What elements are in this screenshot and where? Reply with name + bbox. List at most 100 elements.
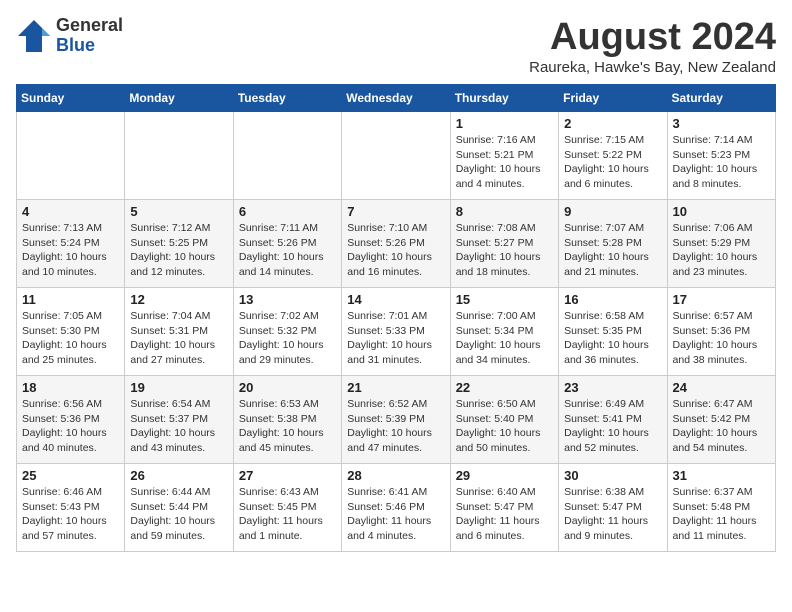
week-row-5: 25Sunrise: 6:46 AM Sunset: 5:43 PM Dayli… xyxy=(17,464,776,552)
cell-week2-day4: 8Sunrise: 7:08 AM Sunset: 5:27 PM Daylig… xyxy=(450,200,558,288)
logo-general-text: General xyxy=(56,16,123,36)
week-row-3: 11 Sunrise: 7:05 AM Sunset: 5:30 PM Dayli… xyxy=(17,288,776,376)
day-number: 25 xyxy=(22,468,119,483)
header-sunday: Sunday xyxy=(17,85,125,112)
day-number: 17 xyxy=(673,292,770,307)
cell-week3-day3: 14 Sunrise: 7:01 AM Sunset: 5:33 PM Dayli… xyxy=(342,288,450,376)
cell-week3-day6: 17 Sunrise: 6:57 AM Sunset: 5:36 PM Dayli… xyxy=(667,288,775,376)
cell-week4-day3: 21 Sunrise: 6:52 AM Sunset: 5:39 PM Dayli… xyxy=(342,376,450,464)
header-friday: Friday xyxy=(559,85,667,112)
day-info: Sunrise: 6:56 AM Sunset: 5:36 PM Dayligh… xyxy=(22,397,119,456)
title-area: August 2024 Raureka, Hawke's Bay, New Ze… xyxy=(529,16,776,76)
cell-week5-day4: 29 Sunrise: 6:40 AM Sunset: 5:47 PM Dayli… xyxy=(450,464,558,552)
month-title: August 2024 xyxy=(529,16,776,59)
day-info: Sunrise: 7:00 AM Sunset: 5:34 PM Dayligh… xyxy=(456,309,553,368)
day-info: Sunrise: 6:57 AM Sunset: 5:36 PM Dayligh… xyxy=(673,309,770,368)
cell-week4-day4: 22 Sunrise: 6:50 AM Sunset: 5:40 PM Dayli… xyxy=(450,376,558,464)
cell-week1-day0 xyxy=(17,112,125,200)
day-number: 27 xyxy=(239,468,336,483)
day-number: 11 xyxy=(22,292,119,307)
day-number: 14 xyxy=(347,292,444,307)
day-info: Sunrise: 7:10 AM Sunset: 5:26 PM Dayligh… xyxy=(347,221,444,280)
day-number: 1 xyxy=(456,116,553,131)
day-number: 8 xyxy=(456,204,553,219)
day-info: Sunrise: 6:49 AM Sunset: 5:41 PM Dayligh… xyxy=(564,397,661,456)
header-monday: Monday xyxy=(125,85,233,112)
cell-week5-day6: 31 Sunrise: 6:37 AM Sunset: 5:48 PM Dayli… xyxy=(667,464,775,552)
day-number: 7 xyxy=(347,204,444,219)
cell-week4-day6: 24Sunrise: 6:47 AM Sunset: 5:42 PM Dayli… xyxy=(667,376,775,464)
day-number: 4 xyxy=(22,204,119,219)
cell-week1-day4: 1 Sunrise: 7:16 AM Sunset: 5:21 PM Daylig… xyxy=(450,112,558,200)
day-number: 30 xyxy=(564,468,661,483)
cell-week3-day5: 16 Sunrise: 6:58 AM Sunset: 5:35 PM Dayli… xyxy=(559,288,667,376)
cell-week5-day2: 27 Sunrise: 6:43 AM Sunset: 5:45 PM Dayli… xyxy=(233,464,341,552)
cell-week5-day3: 28 Sunrise: 6:41 AM Sunset: 5:46 PM Dayli… xyxy=(342,464,450,552)
day-number: 19 xyxy=(130,380,227,395)
week-row-1: 1 Sunrise: 7:16 AM Sunset: 5:21 PM Daylig… xyxy=(17,112,776,200)
header-saturday: Saturday xyxy=(667,85,775,112)
cell-week1-day5: 2Sunrise: 7:15 AM Sunset: 5:22 PM Daylig… xyxy=(559,112,667,200)
day-info: Sunrise: 6:54 AM Sunset: 5:37 PM Dayligh… xyxy=(130,397,227,456)
day-info: Sunrise: 6:47 AM Sunset: 5:42 PM Dayligh… xyxy=(673,397,770,456)
day-info: Sunrise: 6:44 AM Sunset: 5:44 PM Dayligh… xyxy=(130,485,227,544)
day-info: Sunrise: 6:58 AM Sunset: 5:35 PM Dayligh… xyxy=(564,309,661,368)
cell-week3-day1: 12 Sunrise: 7:04 AM Sunset: 5:31 PM Dayli… xyxy=(125,288,233,376)
day-info: Sunrise: 6:41 AM Sunset: 5:46 PM Dayligh… xyxy=(347,485,444,544)
day-info: Sunrise: 7:15 AM Sunset: 5:22 PM Dayligh… xyxy=(564,133,661,192)
day-number: 16 xyxy=(564,292,661,307)
day-info: Sunrise: 6:50 AM Sunset: 5:40 PM Dayligh… xyxy=(456,397,553,456)
cell-week2-day1: 5 Sunrise: 7:12 AM Sunset: 5:25 PM Daylig… xyxy=(125,200,233,288)
week-row-4: 18Sunrise: 6:56 AM Sunset: 5:36 PM Dayli… xyxy=(17,376,776,464)
cell-week4-day1: 19 Sunrise: 6:54 AM Sunset: 5:37 PM Dayli… xyxy=(125,376,233,464)
day-number: 3 xyxy=(673,116,770,131)
cell-week5-day0: 25Sunrise: 6:46 AM Sunset: 5:43 PM Dayli… xyxy=(17,464,125,552)
day-info: Sunrise: 7:14 AM Sunset: 5:23 PM Dayligh… xyxy=(673,133,770,192)
cell-week2-day2: 6Sunrise: 7:11 AM Sunset: 5:26 PM Daylig… xyxy=(233,200,341,288)
logo-icon xyxy=(16,18,52,54)
cell-week5-day1: 26 Sunrise: 6:44 AM Sunset: 5:44 PM Dayli… xyxy=(125,464,233,552)
day-info: Sunrise: 6:52 AM Sunset: 5:39 PM Dayligh… xyxy=(347,397,444,456)
day-number: 21 xyxy=(347,380,444,395)
day-info: Sunrise: 6:53 AM Sunset: 5:38 PM Dayligh… xyxy=(239,397,336,456)
day-number: 5 xyxy=(130,204,227,219)
header-thursday: Thursday xyxy=(450,85,558,112)
cell-week3-day4: 15 Sunrise: 7:00 AM Sunset: 5:34 PM Dayli… xyxy=(450,288,558,376)
cell-week4-day5: 23 Sunrise: 6:49 AM Sunset: 5:41 PM Dayli… xyxy=(559,376,667,464)
day-info: Sunrise: 7:01 AM Sunset: 5:33 PM Dayligh… xyxy=(347,309,444,368)
day-number: 28 xyxy=(347,468,444,483)
cell-week1-day2 xyxy=(233,112,341,200)
day-info: Sunrise: 7:06 AM Sunset: 5:29 PM Dayligh… xyxy=(673,221,770,280)
day-info: Sunrise: 7:04 AM Sunset: 5:31 PM Dayligh… xyxy=(130,309,227,368)
calendar-header: SundayMondayTuesdayWednesdayThursdayFrid… xyxy=(17,85,776,112)
subtitle: Raureka, Hawke's Bay, New Zealand xyxy=(529,59,776,76)
page-header: General Blue August 2024 Raureka, Hawke'… xyxy=(16,16,776,76)
day-number: 31 xyxy=(673,468,770,483)
day-info: Sunrise: 7:12 AM Sunset: 5:25 PM Dayligh… xyxy=(130,221,227,280)
logo: General Blue xyxy=(16,16,123,56)
day-number: 15 xyxy=(456,292,553,307)
day-number: 13 xyxy=(239,292,336,307)
day-info: Sunrise: 7:05 AM Sunset: 5:30 PM Dayligh… xyxy=(22,309,119,368)
day-info: Sunrise: 7:07 AM Sunset: 5:28 PM Dayligh… xyxy=(564,221,661,280)
cell-week3-day2: 13Sunrise: 7:02 AM Sunset: 5:32 PM Dayli… xyxy=(233,288,341,376)
day-info: Sunrise: 7:13 AM Sunset: 5:24 PM Dayligh… xyxy=(22,221,119,280)
cell-week2-day0: 4 Sunrise: 7:13 AM Sunset: 5:24 PM Daylig… xyxy=(17,200,125,288)
day-number: 23 xyxy=(564,380,661,395)
day-number: 9 xyxy=(564,204,661,219)
header-wednesday: Wednesday xyxy=(342,85,450,112)
day-number: 26 xyxy=(130,468,227,483)
cell-week1-day3 xyxy=(342,112,450,200)
day-number: 29 xyxy=(456,468,553,483)
day-number: 6 xyxy=(239,204,336,219)
week-row-2: 4 Sunrise: 7:13 AM Sunset: 5:24 PM Daylig… xyxy=(17,200,776,288)
day-number: 22 xyxy=(456,380,553,395)
day-info: Sunrise: 7:16 AM Sunset: 5:21 PM Dayligh… xyxy=(456,133,553,192)
day-number: 12 xyxy=(130,292,227,307)
day-info: Sunrise: 6:37 AM Sunset: 5:48 PM Dayligh… xyxy=(673,485,770,544)
calendar-body: 1 Sunrise: 7:16 AM Sunset: 5:21 PM Daylig… xyxy=(17,112,776,552)
cell-week2-day3: 7 Sunrise: 7:10 AM Sunset: 5:26 PM Daylig… xyxy=(342,200,450,288)
day-info: Sunrise: 6:43 AM Sunset: 5:45 PM Dayligh… xyxy=(239,485,336,544)
header-row: SundayMondayTuesdayWednesdayThursdayFrid… xyxy=(17,85,776,112)
day-info: Sunrise: 6:40 AM Sunset: 5:47 PM Dayligh… xyxy=(456,485,553,544)
